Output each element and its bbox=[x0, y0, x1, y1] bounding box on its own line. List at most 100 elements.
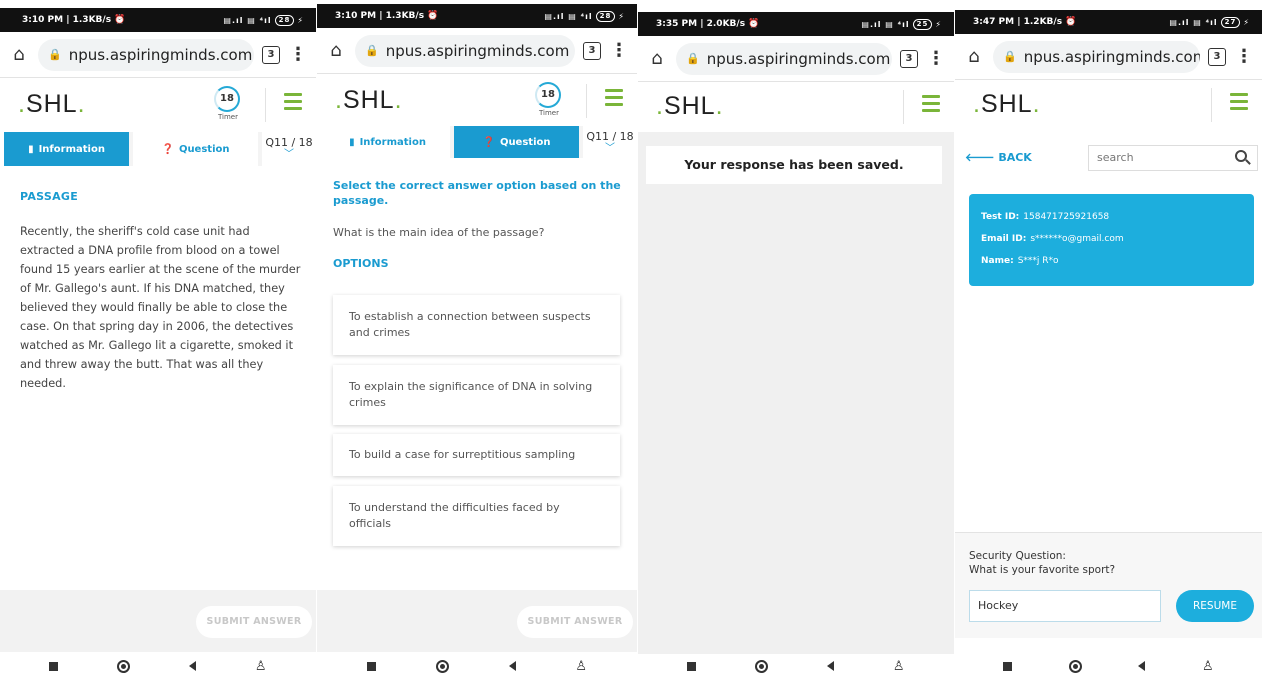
tab-switcher-button[interactable]: 3 bbox=[262, 45, 280, 64]
security-question-text: What is your favorite sport? bbox=[969, 564, 1116, 576]
tab-question[interactable]: ❓ Question bbox=[133, 132, 258, 166]
submit-answer-button[interactable]: SUBMIT ANSWER bbox=[517, 606, 633, 638]
question-text: What is the main idea of the passage? bbox=[333, 226, 545, 239]
question-number-dropdown[interactable]: Q11 / 18 ﹀ bbox=[583, 126, 637, 158]
home-nav-icon[interactable] bbox=[755, 659, 769, 673]
url-text: npus.aspiringminds.com bbox=[706, 49, 891, 68]
home-icon[interactable]: ⌂ bbox=[646, 48, 668, 69]
accessibility-icon[interactable]: ♙ bbox=[575, 659, 587, 674]
recents-icon[interactable] bbox=[687, 661, 697, 671]
browser-toolbar: ⌂ 🔒 npus.aspiringminds.com 3 ⋮ bbox=[0, 32, 316, 78]
search-icon[interactable] bbox=[1235, 150, 1247, 162]
tab-bar: ▮ Information ❓ Question Q11 / 18 ﹀ bbox=[325, 126, 637, 158]
shl-logo: .SHL. bbox=[335, 85, 403, 114]
tab-question[interactable]: ❓ Question bbox=[454, 126, 579, 158]
phone-resume: 3:47 PM | 1.2KB/s ⏰ ▤.ıl ▤ ⁴ıl 27 ⚡ ⌂ 🔒 n… bbox=[955, 0, 1262, 676]
battery-icon: 28 bbox=[274, 14, 295, 26]
shl-logo: .SHL. bbox=[973, 89, 1041, 118]
test-id-row: Test ID: 158471725921658 bbox=[981, 212, 1110, 222]
timer: 18 Timer bbox=[535, 82, 563, 117]
hamburger-menu-icon[interactable] bbox=[605, 89, 623, 110]
tab-switcher-button[interactable]: 3 bbox=[583, 41, 601, 60]
passage-title: PASSAGE bbox=[20, 190, 79, 203]
email-value: s******o@gmail.com bbox=[1030, 234, 1124, 244]
back-button[interactable]: 🡐 BACK bbox=[965, 150, 1032, 164]
security-question-label: Security Question: What is your favorite… bbox=[969, 550, 1116, 576]
resume-button[interactable]: RESUME bbox=[1176, 590, 1254, 622]
search-input[interactable]: search bbox=[1088, 145, 1258, 171]
android-nav-bar: ♙ bbox=[317, 656, 637, 676]
answer-option[interactable]: To build a case for surreptitious sampli… bbox=[333, 434, 620, 476]
browser-toolbar: ⌂ 🔒 npus.aspiringminds.com 3 ⋮ bbox=[955, 34, 1262, 80]
status-icons: ▤.ıl ▤ ⁴ıl 25 ⚡ bbox=[861, 18, 942, 30]
answer-option[interactable]: To explain the significance of DNA in so… bbox=[333, 365, 620, 425]
timer-value: 18 bbox=[214, 86, 240, 112]
address-bar[interactable]: 🔒 npus.aspiringminds.com bbox=[993, 40, 1200, 73]
hamburger-menu-icon[interactable] bbox=[1230, 93, 1248, 114]
address-bar[interactable]: 🔒 npus.aspiringminds.com bbox=[38, 38, 254, 71]
more-menu-icon[interactable]: ⋮ bbox=[288, 44, 308, 65]
arrow-left-icon: 🡐 bbox=[965, 151, 999, 164]
shl-logo: .SHL. bbox=[18, 89, 86, 118]
back-nav-icon[interactable] bbox=[189, 661, 197, 671]
home-icon[interactable]: ⌂ bbox=[963, 46, 985, 67]
home-nav-icon[interactable] bbox=[117, 659, 131, 673]
tab-switcher-button[interactable]: 3 bbox=[900, 49, 918, 68]
question-icon: ❓ bbox=[161, 143, 174, 155]
app-header: .SHL. bbox=[955, 80, 1262, 128]
status-time: 3:35 PM | 2.0KB/s ⏰ bbox=[656, 19, 760, 29]
home-icon[interactable]: ⌂ bbox=[325, 40, 347, 61]
android-nav-bar: ♙ bbox=[638, 656, 954, 676]
browser-toolbar: ⌂ 🔒 npus.aspiringminds.com 3 ⋮ bbox=[317, 28, 637, 74]
phone-information: 3:10 PM | 1.3KB/s ⏰ ▤.ıl ▤ ⁴ıl 28 ⚡ ⌂ 🔒 n… bbox=[0, 0, 316, 676]
home-icon[interactable]: ⌂ bbox=[8, 44, 30, 65]
lock-icon: 🔒 bbox=[1003, 50, 1017, 63]
header-divider bbox=[265, 88, 266, 122]
home-nav-icon[interactable] bbox=[435, 659, 449, 673]
address-bar[interactable]: 🔒 npus.aspiringminds.com bbox=[355, 34, 575, 67]
name-value: S***j R*o bbox=[1017, 256, 1059, 266]
accessibility-icon[interactable]: ♙ bbox=[255, 659, 267, 674]
tab-switcher-button[interactable]: 3 bbox=[1208, 47, 1226, 66]
lock-icon: 🔒 bbox=[365, 44, 379, 57]
submit-answer-button[interactable]: SUBMIT ANSWER bbox=[196, 606, 312, 638]
status-icons: ▤.ıl ▤ ⁴ıl 28 ⚡ bbox=[544, 10, 625, 22]
header-divider bbox=[903, 90, 904, 124]
status-time: 3:10 PM | 1.3KB/s ⏰ bbox=[335, 11, 439, 21]
address-bar[interactable]: 🔒 npus.aspiringminds.com bbox=[676, 42, 892, 75]
back-nav-icon[interactable] bbox=[1138, 661, 1146, 671]
recents-icon[interactable] bbox=[49, 661, 59, 671]
recents-icon[interactable] bbox=[366, 661, 376, 671]
answer-option[interactable]: To establish a connection between suspec… bbox=[333, 295, 620, 355]
accessibility-icon[interactable]: ♙ bbox=[893, 659, 905, 674]
tab-information[interactable]: ▮ Information bbox=[4, 132, 129, 166]
saved-message: Your response has been saved. bbox=[646, 146, 942, 184]
status-icons: ▤.ıl ▤ ⁴ıl 28 ⚡ bbox=[223, 14, 304, 26]
test-info-card: Test ID: 158471725921658 Email ID: s******… bbox=[969, 194, 1254, 286]
back-nav-icon[interactable] bbox=[508, 661, 516, 671]
status-icons: ▤.ıl ▤ ⁴ıl 27 ⚡ bbox=[1169, 16, 1250, 28]
hamburger-menu-icon[interactable] bbox=[284, 93, 302, 114]
tab-information[interactable]: ▮ Information bbox=[325, 126, 450, 158]
url-text: npus.aspiringminds.com bbox=[1023, 47, 1200, 66]
footer-bar: SUBMIT ANSWER bbox=[317, 590, 637, 652]
hamburger-menu-icon[interactable] bbox=[922, 95, 940, 116]
url-text: npus.aspiringminds.com bbox=[385, 41, 570, 60]
more-menu-icon[interactable]: ⋮ bbox=[926, 48, 946, 69]
accessibility-icon[interactable]: ♙ bbox=[1202, 659, 1214, 674]
recents-icon[interactable] bbox=[1003, 661, 1013, 671]
answer-option[interactable]: To understand the difficulties faced by … bbox=[333, 486, 620, 546]
more-menu-icon[interactable]: ⋮ bbox=[1234, 46, 1254, 67]
test-id-value: 158471725921658 bbox=[1023, 212, 1110, 222]
battery-icon: 27 bbox=[1220, 16, 1241, 28]
status-bar: 3:35 PM | 2.0KB/s ⏰ ▤.ıl ▤ ⁴ıl 25 ⚡ bbox=[638, 12, 954, 36]
back-nav-icon[interactable] bbox=[827, 661, 835, 671]
more-menu-icon[interactable]: ⋮ bbox=[609, 40, 629, 61]
question-number-dropdown[interactable]: Q11 / 18 ﹀ bbox=[262, 132, 316, 166]
url-text: npus.aspiringminds.com bbox=[68, 45, 253, 64]
content-area bbox=[638, 132, 954, 654]
home-nav-icon[interactable] bbox=[1068, 659, 1082, 673]
phone-saved: 3:35 PM | 2.0KB/s ⏰ ▤.ıl ▤ ⁴ıl 25 ⚡ ⌂ 🔒 n… bbox=[638, 0, 954, 676]
security-answer-input[interactable]: Hockey bbox=[969, 590, 1161, 622]
android-nav-bar: ♙ bbox=[0, 656, 316, 676]
